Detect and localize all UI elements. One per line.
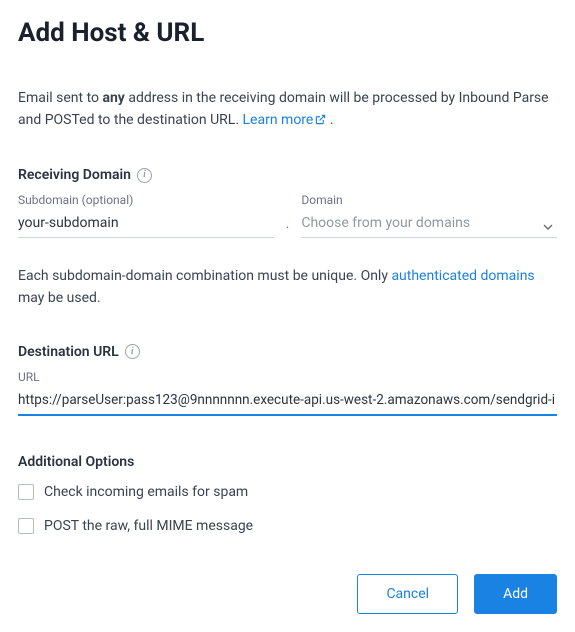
learn-more-link[interactable]: Learn more [243, 112, 327, 128]
spam-check-label: Check incoming emails for spam [44, 484, 248, 500]
checkbox-icon [18, 518, 34, 534]
raw-mime-label: POST the raw, full MIME message [44, 518, 253, 534]
authenticated-domains-link[interactable]: authenticated domains [391, 268, 534, 284]
intro-period: . [326, 112, 333, 128]
add-button[interactable]: Add [474, 574, 557, 614]
spam-check-option[interactable]: Check incoming emails for spam [18, 484, 557, 500]
receiving-domain-heading: Receiving Domain i [18, 167, 557, 183]
checkbox-icon [18, 484, 34, 500]
intro-any: any [102, 90, 124, 106]
domain-separator: . [286, 216, 290, 238]
raw-mime-option[interactable]: POST the raw, full MIME message [18, 518, 557, 534]
info-icon[interactable]: i [125, 344, 140, 359]
info-icon[interactable]: i [137, 168, 152, 183]
url-label: URL [18, 370, 557, 384]
domain-helper-text: Each subdomain-domain combination must b… [18, 266, 557, 309]
external-link-icon [315, 114, 326, 125]
cancel-button[interactable]: Cancel [357, 574, 458, 614]
url-input[interactable] [18, 388, 557, 416]
domain-select[interactable]: Choose from your domains [301, 211, 557, 238]
subdomain-label: Subdomain (optional) [18, 193, 274, 207]
intro-text: Email sent to any address in the receivi… [18, 88, 557, 131]
intro-prefix: Email sent to [18, 90, 102, 106]
destination-url-heading: Destination URL i [18, 344, 557, 360]
domain-label: Domain [301, 193, 557, 207]
page-title: Add Host & URL [18, 18, 557, 48]
additional-options-heading: Additional Options [18, 454, 557, 470]
subdomain-input[interactable] [18, 211, 274, 238]
